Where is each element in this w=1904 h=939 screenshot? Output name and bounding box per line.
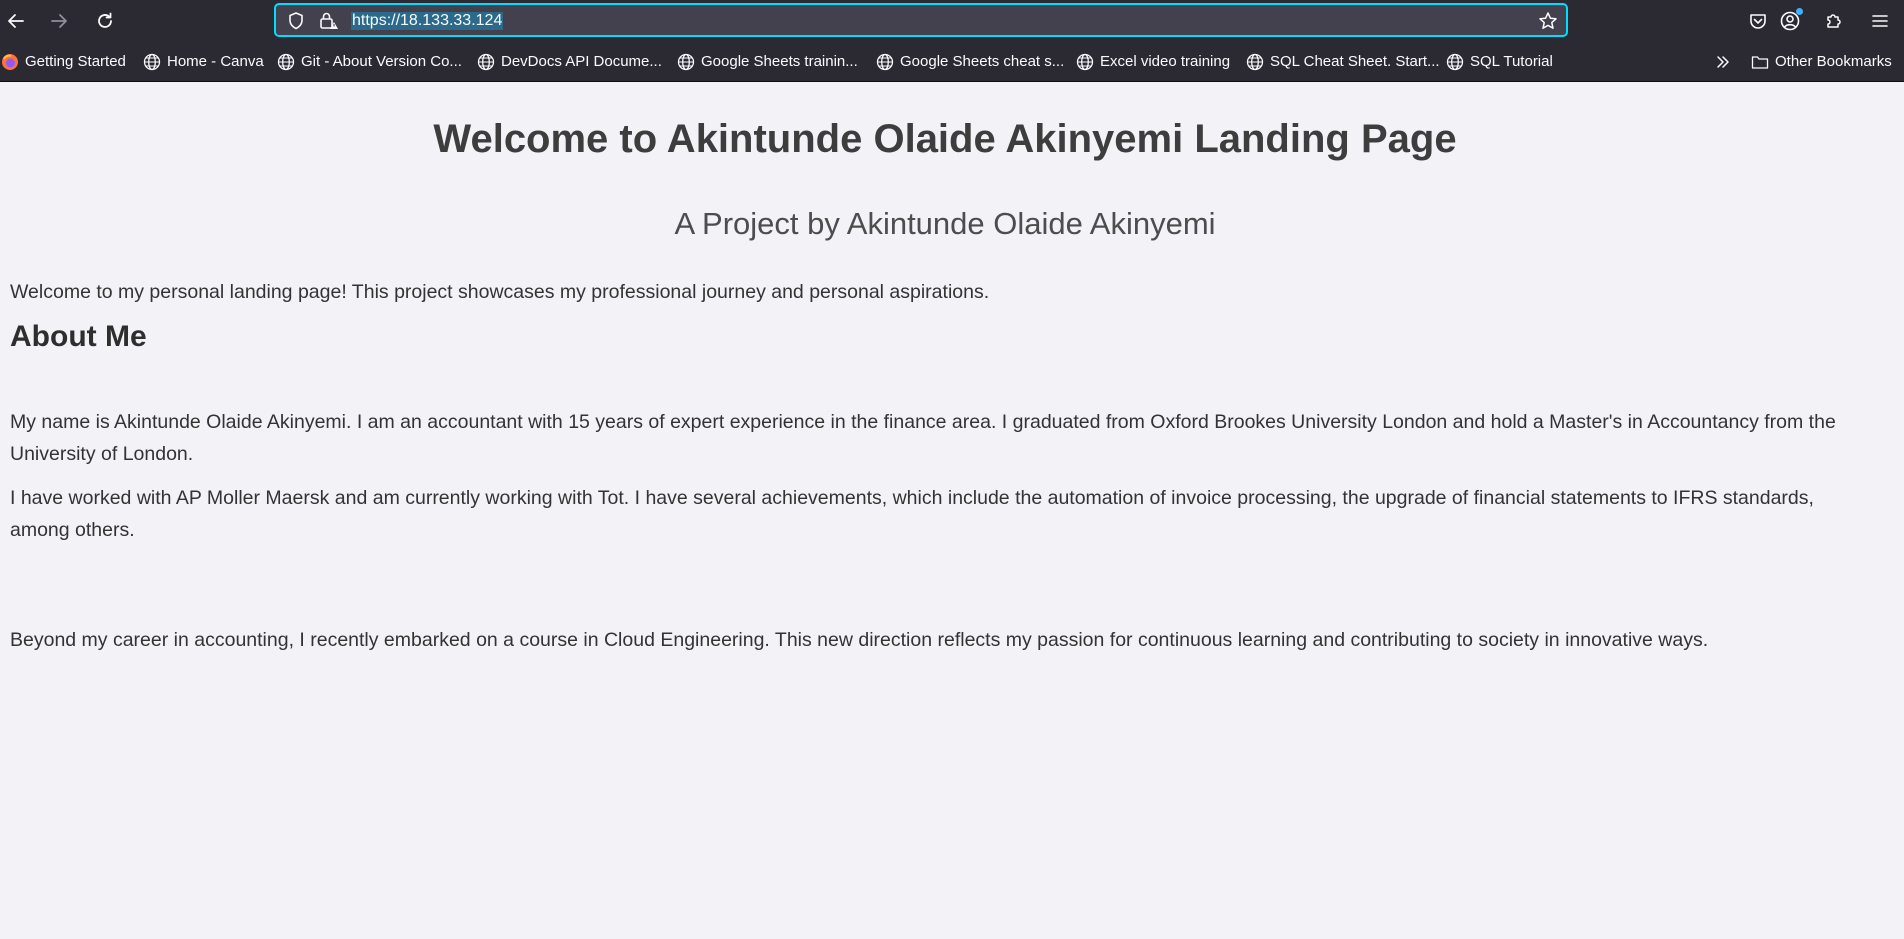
bookmarks-toolbar: Getting Started Home - Canva Git - About… [0, 43, 1904, 82]
bookmark-item[interactable]: Google Sheets trainin... [677, 52, 858, 72]
bookmarks-overflow-button[interactable] [1714, 52, 1732, 72]
arrow-right-icon [51, 14, 67, 28]
browser-chrome: https://18.133.33.124 Getting Started Ho… [0, 0, 1904, 82]
browser-toolbar: https://18.133.33.124 [0, 0, 1904, 43]
extensions-button[interactable] [1820, 7, 1848, 35]
bookmark-item[interactable]: SQL Cheat Sheet. Start... [1246, 52, 1440, 72]
forward-button[interactable] [45, 7, 73, 35]
globe-icon [477, 53, 495, 71]
shield-icon[interactable] [286, 11, 306, 31]
double-chevron-right-icon [1717, 56, 1729, 68]
notification-dot [1796, 8, 1803, 15]
intro-paragraph: Welcome to my personal landing page! Thi… [10, 281, 990, 303]
lock-warning-icon[interactable] [318, 11, 340, 31]
bookmark-item[interactable]: Git - About Version Co... [277, 52, 462, 72]
about-heading: About Me [10, 320, 147, 353]
account-button[interactable] [1776, 7, 1804, 35]
globe-icon [277, 53, 295, 71]
reload-button[interactable] [91, 7, 119, 35]
page-subtitle: A Project by Akintunde Olaide Akinyemi [674, 206, 1216, 241]
globe-icon [143, 53, 161, 71]
bookmark-item[interactable]: Google Sheets cheat s... [876, 52, 1064, 72]
globe-icon [876, 53, 894, 71]
back-button[interactable] [2, 7, 30, 35]
bookmark-item[interactable]: Home - Canva [143, 52, 264, 72]
hamburger-icon [1872, 15, 1888, 27]
about-paragraph: My name is Akintunde Olaide Akinyemi. I … [10, 411, 1836, 465]
reload-icon [98, 12, 112, 28]
pocket-button[interactable] [1744, 7, 1772, 35]
star-icon[interactable] [1538, 11, 1558, 31]
bookmark-item[interactable]: DevDocs API Docume... [477, 52, 662, 72]
about-paragraph: Beyond my career in accounting, I recent… [10, 629, 1709, 651]
menu-button[interactable] [1866, 7, 1894, 35]
other-bookmarks-folder[interactable]: Other Bookmarks [1751, 52, 1892, 72]
url-text[interactable]: https://18.133.33.124 [351, 12, 504, 30]
globe-icon [677, 53, 695, 71]
bookmark-item[interactable]: SQL Tutorial [1446, 52, 1553, 72]
bookmark-item[interactable]: Excel video training [1076, 52, 1230, 72]
folder-icon [1751, 56, 1769, 69]
firefox-icon [2, 54, 18, 70]
globe-icon [1446, 53, 1464, 71]
page-title: Welcome to Akintunde Olaide Akinyemi Lan… [433, 117, 1457, 161]
globe-icon [1076, 53, 1094, 71]
bookmark-item[interactable]: Getting Started [1, 52, 126, 72]
about-paragraph: I have worked with AP Moller Maersk and … [10, 487, 1814, 541]
pocket-icon [1750, 14, 1766, 29]
puzzle-icon [1827, 14, 1841, 28]
arrow-left-icon [8, 14, 24, 28]
url-bar[interactable]: https://18.133.33.124 [274, 3, 1568, 37]
globe-icon [1246, 53, 1264, 71]
